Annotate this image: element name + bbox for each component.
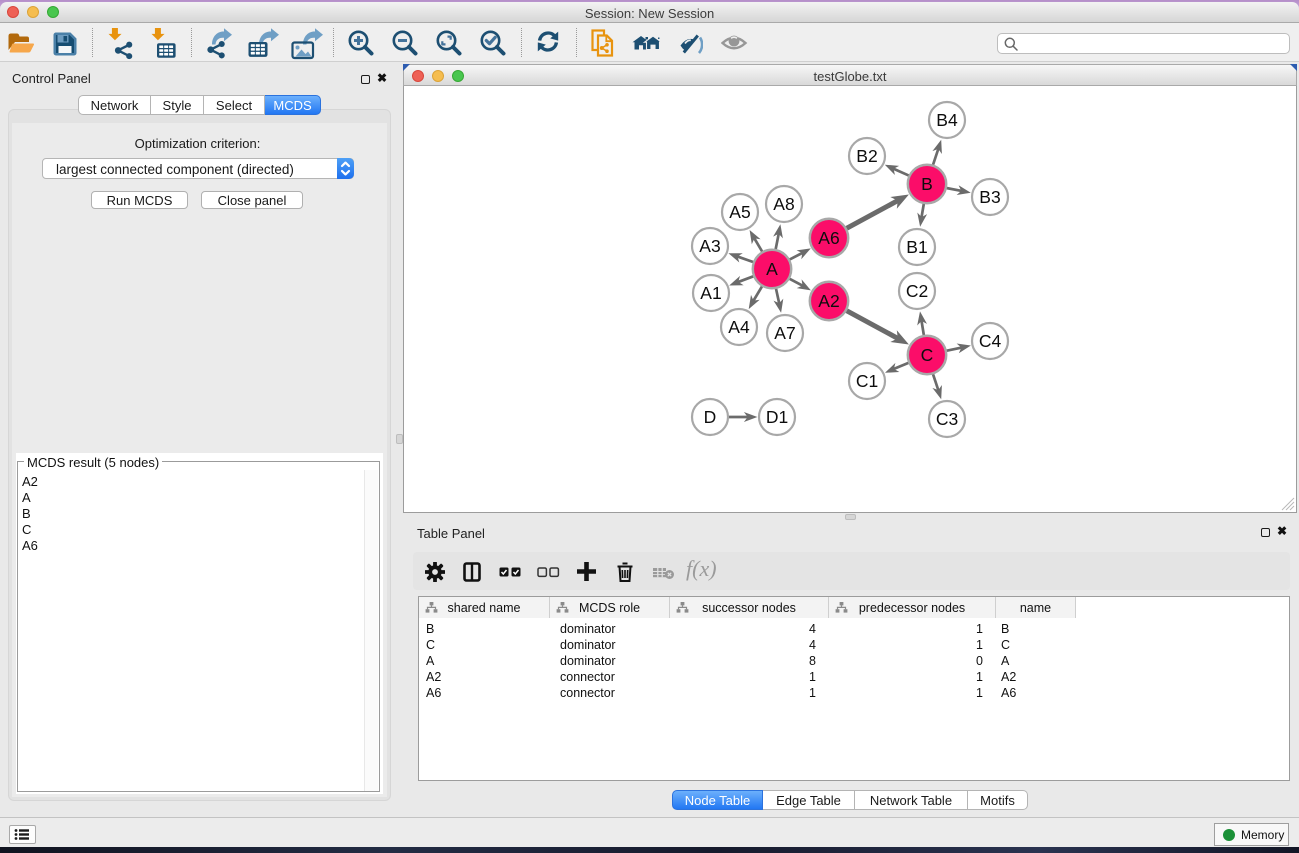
svg-text:C: C	[921, 345, 934, 365]
svg-text:B4: B4	[936, 110, 958, 130]
svg-text:C1: C1	[856, 371, 878, 391]
svg-text:D: D	[704, 407, 717, 427]
svg-text:A3: A3	[699, 236, 720, 256]
svg-text:A4: A4	[728, 317, 750, 337]
svg-text:C2: C2	[906, 281, 928, 301]
svg-text:B1: B1	[906, 237, 927, 257]
svg-text:D1: D1	[766, 407, 788, 427]
svg-text:C3: C3	[936, 409, 958, 429]
svg-text:A7: A7	[774, 323, 795, 343]
svg-text:A1: A1	[700, 283, 721, 303]
svg-text:A: A	[766, 259, 778, 279]
svg-text:B3: B3	[979, 187, 1000, 207]
svg-text:A8: A8	[773, 194, 794, 214]
svg-text:C4: C4	[979, 331, 1002, 351]
svg-text:A2: A2	[818, 291, 839, 311]
svg-text:A6: A6	[818, 228, 839, 248]
svg-text:A5: A5	[729, 202, 750, 222]
svg-text:B2: B2	[856, 146, 877, 166]
svg-text:B: B	[921, 174, 933, 194]
